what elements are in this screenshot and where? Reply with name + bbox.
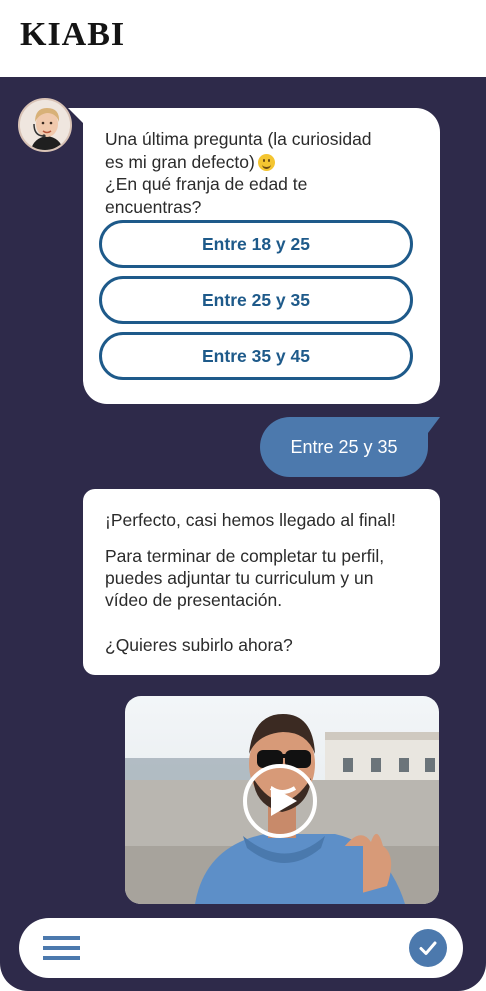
checkmark-icon[interactable] [409, 929, 447, 967]
bot-message-age-question: Una última pregunta (la curiosidad es mi… [83, 108, 440, 404]
message-line: encuentras? [105, 196, 202, 217]
option-button-35-45[interactable]: Entre 35 y 45 [99, 332, 413, 380]
message-line: ¡Perfecto, casi hemos llegado al final! [105, 510, 396, 530]
message-line: ¿Quieres subirlo ahora? [105, 635, 293, 655]
user-message-reply: Entre 25 y 35 [260, 417, 428, 477]
bot-message-text: Una última pregunta (la curiosidad es mi… [105, 128, 420, 218]
message-line: ¿En qué franja de edad te [105, 174, 308, 194]
message-line: Una última pregunta (la curiosidad [105, 129, 372, 149]
message-input-bar[interactable] [19, 918, 463, 978]
bot-message-upload-prompt: ¡Perfecto, casi hemos llegado al final! … [83, 489, 440, 675]
message-line: vídeo de presentación. [105, 590, 283, 610]
smiling-face-icon [257, 153, 275, 171]
message-line: es mi gran defecto) [105, 151, 255, 172]
message-line: Para terminar de completar tu perfil, [105, 546, 385, 566]
user-bubble-tail [428, 417, 440, 433]
hamburger-menu-icon[interactable] [43, 936, 80, 960]
play-icon[interactable] [241, 762, 319, 840]
agent-avatar [18, 98, 72, 152]
bot-bubble-tail [68, 108, 84, 124]
option-button-25-35[interactable]: Entre 25 y 35 [99, 276, 413, 324]
header: KIABI [0, 0, 486, 77]
video-thumbnail[interactable] [125, 696, 439, 904]
option-button-18-25[interactable]: Entre 18 y 25 [99, 220, 413, 268]
message-line: puedes adjuntar tu curriculum y un [105, 568, 374, 588]
kiabi-logo[interactable]: KIABI [20, 16, 125, 54]
